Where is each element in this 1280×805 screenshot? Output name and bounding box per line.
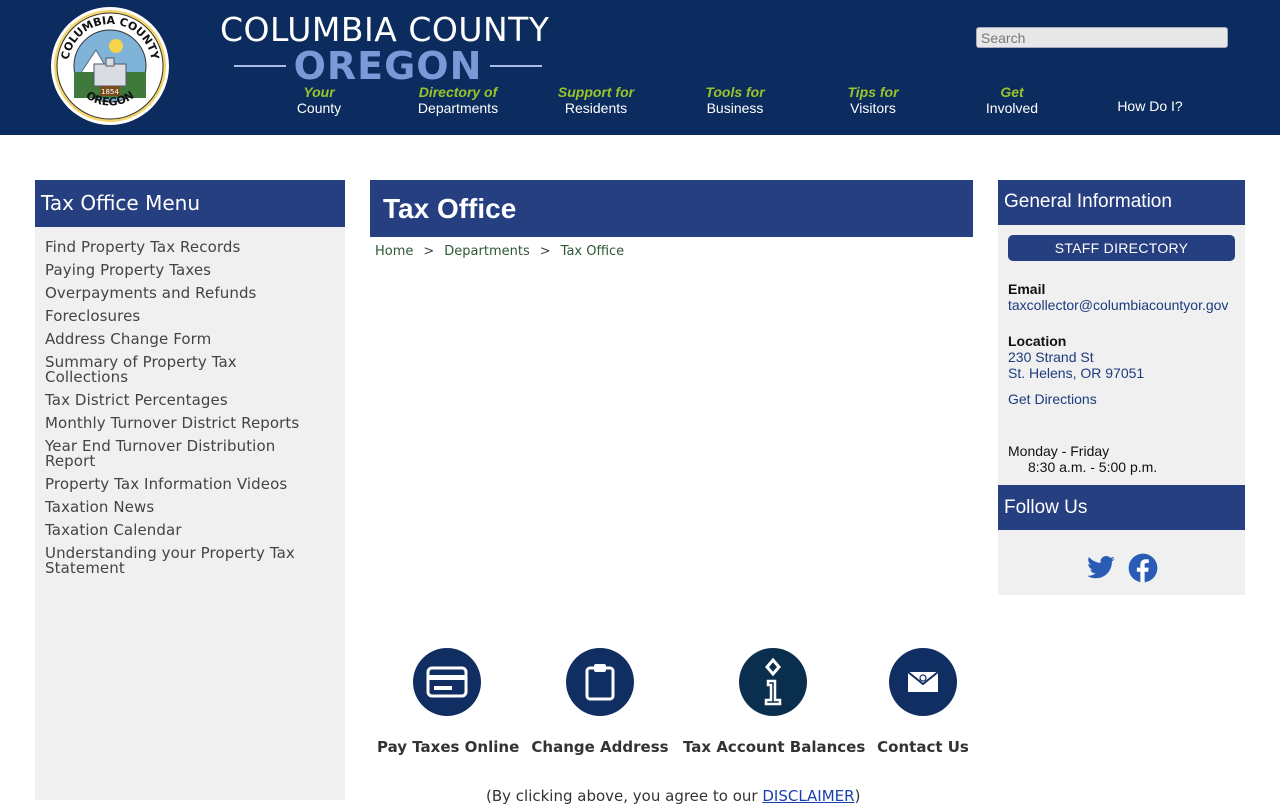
nav-directory-of-departments[interactable]: Directory of Departments	[393, 84, 523, 116]
nav-your-county[interactable]: Your County	[254, 84, 384, 116]
office-days: Monday - Friday	[1008, 443, 1110, 459]
location-label: Location	[1008, 333, 1067, 349]
breadcrumb-home[interactable]: Home	[375, 244, 413, 259]
address-line-2[interactable]: St. Helens, OR 97051	[1008, 365, 1144, 381]
sidebar-item-paying-property-taxes[interactable]: Paying Property Taxes	[45, 263, 345, 278]
staff-directory-button[interactable]: STAFF DIRECTORY	[1008, 235, 1235, 261]
tax-office-menu: Tax Office Menu Find Property Tax Record…	[35, 180, 345, 800]
nav-label-top: Support for	[557, 84, 635, 100]
breadcrumb-separator: >	[539, 244, 551, 259]
brand-rule-right	[490, 65, 543, 67]
nav-tips-for-visitors[interactable]: Tips for Visitors	[808, 84, 938, 116]
nav-get-involved[interactable]: Get Involved	[947, 84, 1077, 116]
sidebar-item-understanding-statement[interactable]: Understanding your Property Tax Statemen…	[45, 546, 345, 576]
site-header: 1854 COLUMBIA COUNTY OREGON COLUMBIA COU…	[0, 0, 1280, 135]
contact-us-link[interactable]: Contact Us	[863, 648, 983, 756]
tax-account-balances-link[interactable]: Tax Account Balances	[683, 648, 866, 756]
clipboard-icon	[585, 664, 615, 701]
sidebar-title: Tax Office Menu	[35, 180, 345, 227]
sidebar-item-taxation-news[interactable]: Taxation News	[45, 500, 345, 515]
sidebar-item-tax-information-videos[interactable]: Property Tax Information Videos	[45, 477, 345, 492]
change-address-circle	[566, 648, 634, 716]
info-title: General Information	[998, 180, 1245, 225]
breadcrumb: Home > Departments > Tax Office	[375, 244, 624, 259]
disclaimer-link[interactable]: DISCLAIMER	[762, 787, 854, 805]
brand-subtitle[interactable]: OREGON	[226, 44, 550, 88]
office-hours: 8:30 a.m. - 5:00 p.m.	[1028, 459, 1158, 475]
breadcrumb-separator: >	[423, 244, 435, 259]
change-address-link[interactable]: Change Address	[530, 648, 670, 756]
page-title: Tax Office	[370, 180, 973, 237]
envelope-icon	[907, 671, 939, 692]
sidebar-item-tax-district-percentages[interactable]: Tax District Percentages	[45, 393, 345, 408]
general-information-panel: General Information STAFF DIRECTORY Emai…	[998, 180, 1245, 595]
contact-us-circle	[889, 648, 957, 716]
disclaimer-text-end: )	[854, 787, 861, 805]
pay-taxes-circle	[413, 648, 481, 716]
sidebar-item-summary-of-collections[interactable]: Summary of Property Tax Collections	[45, 355, 345, 385]
sidebar-item-year-end-turnover-report[interactable]: Year End Turnover Distribution Report	[45, 439, 345, 469]
sidebar-item-foreclosures[interactable]: Foreclosures	[45, 309, 345, 324]
nav-label-bottom: How Do I?	[1117, 98, 1183, 114]
svg-text:1854: 1854	[101, 88, 119, 96]
nav-support-for-residents[interactable]: Support for Residents	[531, 84, 661, 116]
sidebar-item-monthly-turnover-reports[interactable]: Monthly Turnover District Reports	[45, 416, 345, 431]
breadcrumb-tax-office[interactable]: Tax Office	[561, 244, 625, 259]
nav-label-top: Get	[1000, 84, 1024, 100]
nav-tools-for-business[interactable]: Tools for Business	[670, 84, 800, 116]
nav-how-do-i[interactable]: How Do I?	[1085, 84, 1215, 114]
brand-rule-left	[234, 65, 286, 67]
pay-taxes-online-link[interactable]: Pay Taxes Online	[377, 648, 520, 756]
info-icon	[764, 657, 782, 706]
disclaimer-text: (By clicking above, you agree to our	[486, 787, 763, 805]
sidebar-menu-list: Find Property Tax Records Paying Propert…	[35, 227, 345, 576]
nav-label-bottom: County	[296, 100, 342, 116]
tax-balances-circle	[739, 648, 807, 716]
county-seal-logo[interactable]: 1854 COLUMBIA COUNTY OREGON	[50, 6, 170, 126]
disclaimer-note: (By clicking above, you agree to our DIS…	[486, 787, 860, 805]
sidebar-item-find-property-tax-records[interactable]: Find Property Tax Records	[45, 240, 345, 255]
quick-link-label: Contact Us	[877, 738, 969, 756]
nav-label-bottom: Visitors	[850, 100, 896, 116]
brand-state: OREGON	[293, 44, 483, 88]
credit-card-icon	[426, 666, 468, 698]
nav-label-top: Tools for	[705, 84, 765, 100]
nav-label-top: Tips for	[847, 84, 899, 100]
twitter-icon[interactable]	[1086, 553, 1116, 583]
address-line-1[interactable]: 230 Strand St	[1008, 349, 1094, 365]
nav-label-bottom: Residents	[564, 100, 628, 116]
get-directions-link[interactable]: Get Directions	[1008, 391, 1097, 407]
nav-label-bottom: Business	[706, 100, 764, 116]
follow-us-title: Follow Us	[998, 485, 1245, 530]
quick-link-label: Pay Taxes Online	[377, 738, 520, 756]
facebook-icon[interactable]	[1128, 553, 1158, 583]
email-label: Email	[1008, 281, 1046, 297]
sidebar-item-address-change-form[interactable]: Address Change Form	[45, 332, 345, 347]
sidebar-item-taxation-calendar[interactable]: Taxation Calendar	[45, 523, 345, 538]
quick-link-label: Tax Account Balances	[683, 738, 866, 756]
nav-label-bottom: Departments	[417, 100, 499, 116]
breadcrumb-departments[interactable]: Departments	[444, 244, 529, 259]
nav-label-top: Directory of	[418, 84, 498, 100]
nav-label-top: Your	[303, 84, 335, 100]
sidebar-item-overpayments-and-refunds[interactable]: Overpayments and Refunds	[45, 286, 345, 301]
quick-link-label: Change Address	[531, 738, 669, 756]
search-input[interactable]	[976, 27, 1228, 48]
email-link[interactable]: taxcollector@columbiacountyor.gov	[1008, 297, 1228, 313]
nav-label-bottom: Involved	[985, 100, 1039, 116]
